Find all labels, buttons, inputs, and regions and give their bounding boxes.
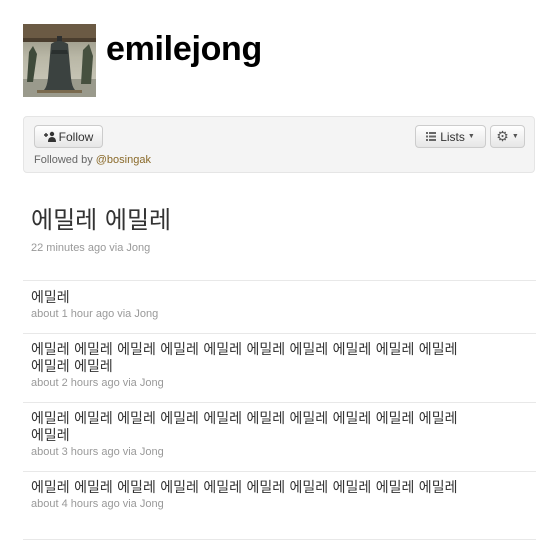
chevron-down-icon: ▼: [467, 133, 475, 140]
divider: [23, 333, 536, 334]
tweet-item: 에밀레 에밀레 에밀레 에밀레 에밀레 에밀레 에밀레 에밀레 에밀레 에밀레 …: [31, 480, 536, 510]
featured-tweet-meta[interactable]: 22 minutes ago via Jong: [31, 242, 536, 254]
lists-button[interactable]: Lists ▼: [415, 125, 486, 148]
tweet-meta[interactable]: about 2 hours ago via Jong: [31, 377, 536, 389]
gear-icon: ⚙: [496, 128, 509, 144]
list-icon: [426, 132, 437, 141]
tweet-text: 에밀레 에밀레 에밀레 에밀레 에밀레 에밀레 에밀레 에밀레 에밀레 에밀레: [31, 480, 458, 496]
tweet-item: 에밀레 에밀레 에밀레 에밀레 에밀레 에밀레 에밀레 에밀레 에밀레 에밀레 …: [31, 411, 536, 458]
tweet-text: 에밀레 에밀레 에밀레 에밀레 에밀레 에밀레 에밀레 에밀레 에밀레 에밀레 …: [31, 411, 458, 444]
lists-label: Lists: [440, 129, 465, 144]
featured-tweet-text: 에밀레 에밀레: [31, 206, 172, 234]
featured-tweet: 에밀레 에밀레 22 minutes ago via Jong: [31, 204, 536, 254]
profile-action-bar: Follow Lists ▼ ⚙ ▼ Followed by @bosingak: [23, 116, 535, 173]
followed-by: Followed by @bosingak: [34, 154, 151, 166]
chevron-down-icon: ▼: [511, 133, 519, 140]
divider: [23, 471, 536, 472]
follow-button[interactable]: Follow: [34, 125, 103, 148]
tweet-text: 에밀레: [31, 290, 70, 306]
avatar[interactable]: [23, 24, 96, 97]
followed-by-user-link[interactable]: @bosingak: [96, 154, 151, 166]
bell-photo-icon: [23, 24, 96, 97]
divider: [23, 402, 536, 403]
tweet-item: 에밀레 about 1 hour ago via Jong: [31, 290, 536, 320]
tweet-text: 에밀레 에밀레 에밀레 에밀레 에밀레 에밀레 에밀레 에밀레 에밀레 에밀레 …: [31, 342, 458, 375]
divider: [23, 539, 536, 540]
tweet-item: 에밀레 에밀레 에밀레 에밀레 에밀레 에밀레 에밀레 에밀레 에밀레 에밀레 …: [31, 342, 536, 389]
tweet-meta[interactable]: about 4 hours ago via Jong: [31, 498, 536, 510]
tweet-meta[interactable]: about 1 hour ago via Jong: [31, 308, 536, 320]
profile-username: emilejong: [106, 30, 262, 68]
followed-by-prefix: Followed by: [34, 154, 93, 166]
add-user-icon: [43, 131, 56, 142]
tweet-meta[interactable]: about 3 hours ago via Jong: [31, 446, 536, 458]
follow-label: Follow: [58, 129, 94, 144]
settings-button[interactable]: ⚙ ▼: [490, 125, 525, 148]
divider: [23, 280, 536, 281]
